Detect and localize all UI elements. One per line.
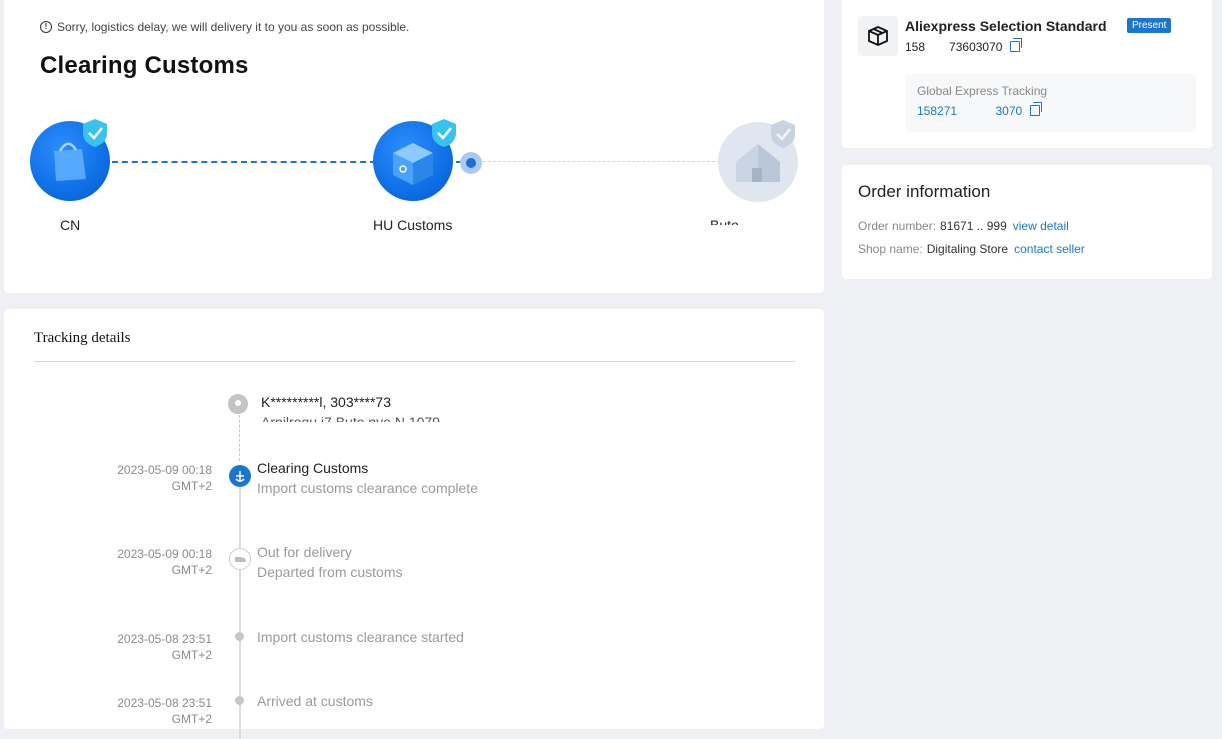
status-title: Clearing Customs bbox=[40, 52, 249, 79]
global-tracking-label: Global Express Tracking bbox=[917, 84, 1048, 98]
order-information-card: Order information Order number: 81671 .. … bbox=[842, 165, 1212, 279]
recipient-name: K*********l, 303****73 bbox=[261, 394, 391, 410]
global-tracking-box: Global Express Tracking 158271 3070 bbox=[905, 74, 1196, 132]
event-detail: Departed from customs bbox=[257, 564, 403, 580]
current-position-dot bbox=[460, 152, 482, 174]
order-number-value: 81671 .. 999 bbox=[940, 219, 1007, 233]
recipient-address: Arpilrogu i7 Bute nye N 1079 bbox=[261, 414, 440, 422]
shop-name-row: Shop name: Digitaling Store contact seller bbox=[858, 242, 1085, 256]
progress-line-pending bbox=[478, 161, 720, 162]
shop-name-label: Shop name: bbox=[858, 242, 923, 256]
shipping-status-card: ! Sorry, logistics delay, we will delive… bbox=[4, 0, 824, 293]
copy-icon[interactable] bbox=[1030, 102, 1043, 116]
global-tracking-number[interactable]: 158271 3070 bbox=[917, 104, 1022, 118]
tracking-title: Tracking details bbox=[34, 330, 131, 346]
delay-notice: ! Sorry, logistics delay, we will delive… bbox=[40, 20, 409, 34]
dot-icon bbox=[235, 632, 244, 641]
event-time: 2023-05-08 23:51 GMT+2 bbox=[117, 696, 212, 726]
event-title: Clearing Customs bbox=[257, 460, 369, 476]
event-title: Out for delivery bbox=[257, 544, 352, 560]
location-pin-icon bbox=[228, 394, 248, 414]
delay-notice-text: Sorry, logistics delay, we will delivery… bbox=[57, 20, 410, 34]
destination-label: Buto bbox=[710, 217, 739, 225]
tracking-number: 158 73603070 bbox=[905, 40, 1003, 54]
info-icon: ! bbox=[40, 21, 52, 33]
contact-seller-link[interactable]: contact seller bbox=[1014, 242, 1085, 256]
order-number-row: Order number: 81671 .. 999 view detail bbox=[858, 219, 1069, 233]
check-shield-icon bbox=[432, 119, 456, 147]
progress-line-done bbox=[112, 161, 376, 163]
event-time: 2023-05-09 00:18 GMT+2 bbox=[117, 547, 212, 577]
event-detail: Import customs clearance complete bbox=[257, 480, 478, 496]
carrier-name: Aliexpress Selection Standard bbox=[905, 18, 1107, 34]
carrier-tracking: 158 73603070 bbox=[905, 38, 1023, 54]
dot-icon bbox=[235, 696, 244, 705]
divider bbox=[34, 361, 796, 362]
tracking-details-card: Tracking details K*********l, 303****73 … bbox=[4, 309, 824, 739]
shop-name-value: Digitaling Store bbox=[926, 242, 1009, 256]
copy-icon[interactable] bbox=[1010, 38, 1023, 52]
timeline-connector bbox=[239, 415, 240, 461]
customs-label: HU Customs bbox=[373, 217, 453, 233]
package-icon bbox=[858, 16, 898, 56]
order-number-label: Order number: bbox=[858, 219, 937, 233]
global-tracking: 158271 3070 bbox=[917, 102, 1043, 118]
pending-shield-icon bbox=[771, 120, 795, 148]
truck-icon bbox=[229, 548, 251, 570]
order-title: Order information bbox=[858, 182, 991, 201]
event-title: Arrived at customs bbox=[257, 693, 373, 709]
present-badge: Present bbox=[1127, 18, 1172, 33]
event-time: 2023-05-09 00:18 GMT+2 bbox=[117, 463, 212, 493]
anchor-icon bbox=[229, 465, 251, 487]
shipping-method-card: Aliexpress Selection Standard Present 15… bbox=[842, 0, 1212, 148]
event-time: 2023-05-08 23:51 GMT+2 bbox=[117, 632, 212, 662]
view-detail-link[interactable]: view detail bbox=[1013, 219, 1069, 233]
origin-label: CN bbox=[60, 217, 81, 233]
event-title: Import customs clearance started bbox=[257, 629, 464, 645]
check-shield-icon bbox=[83, 119, 107, 147]
